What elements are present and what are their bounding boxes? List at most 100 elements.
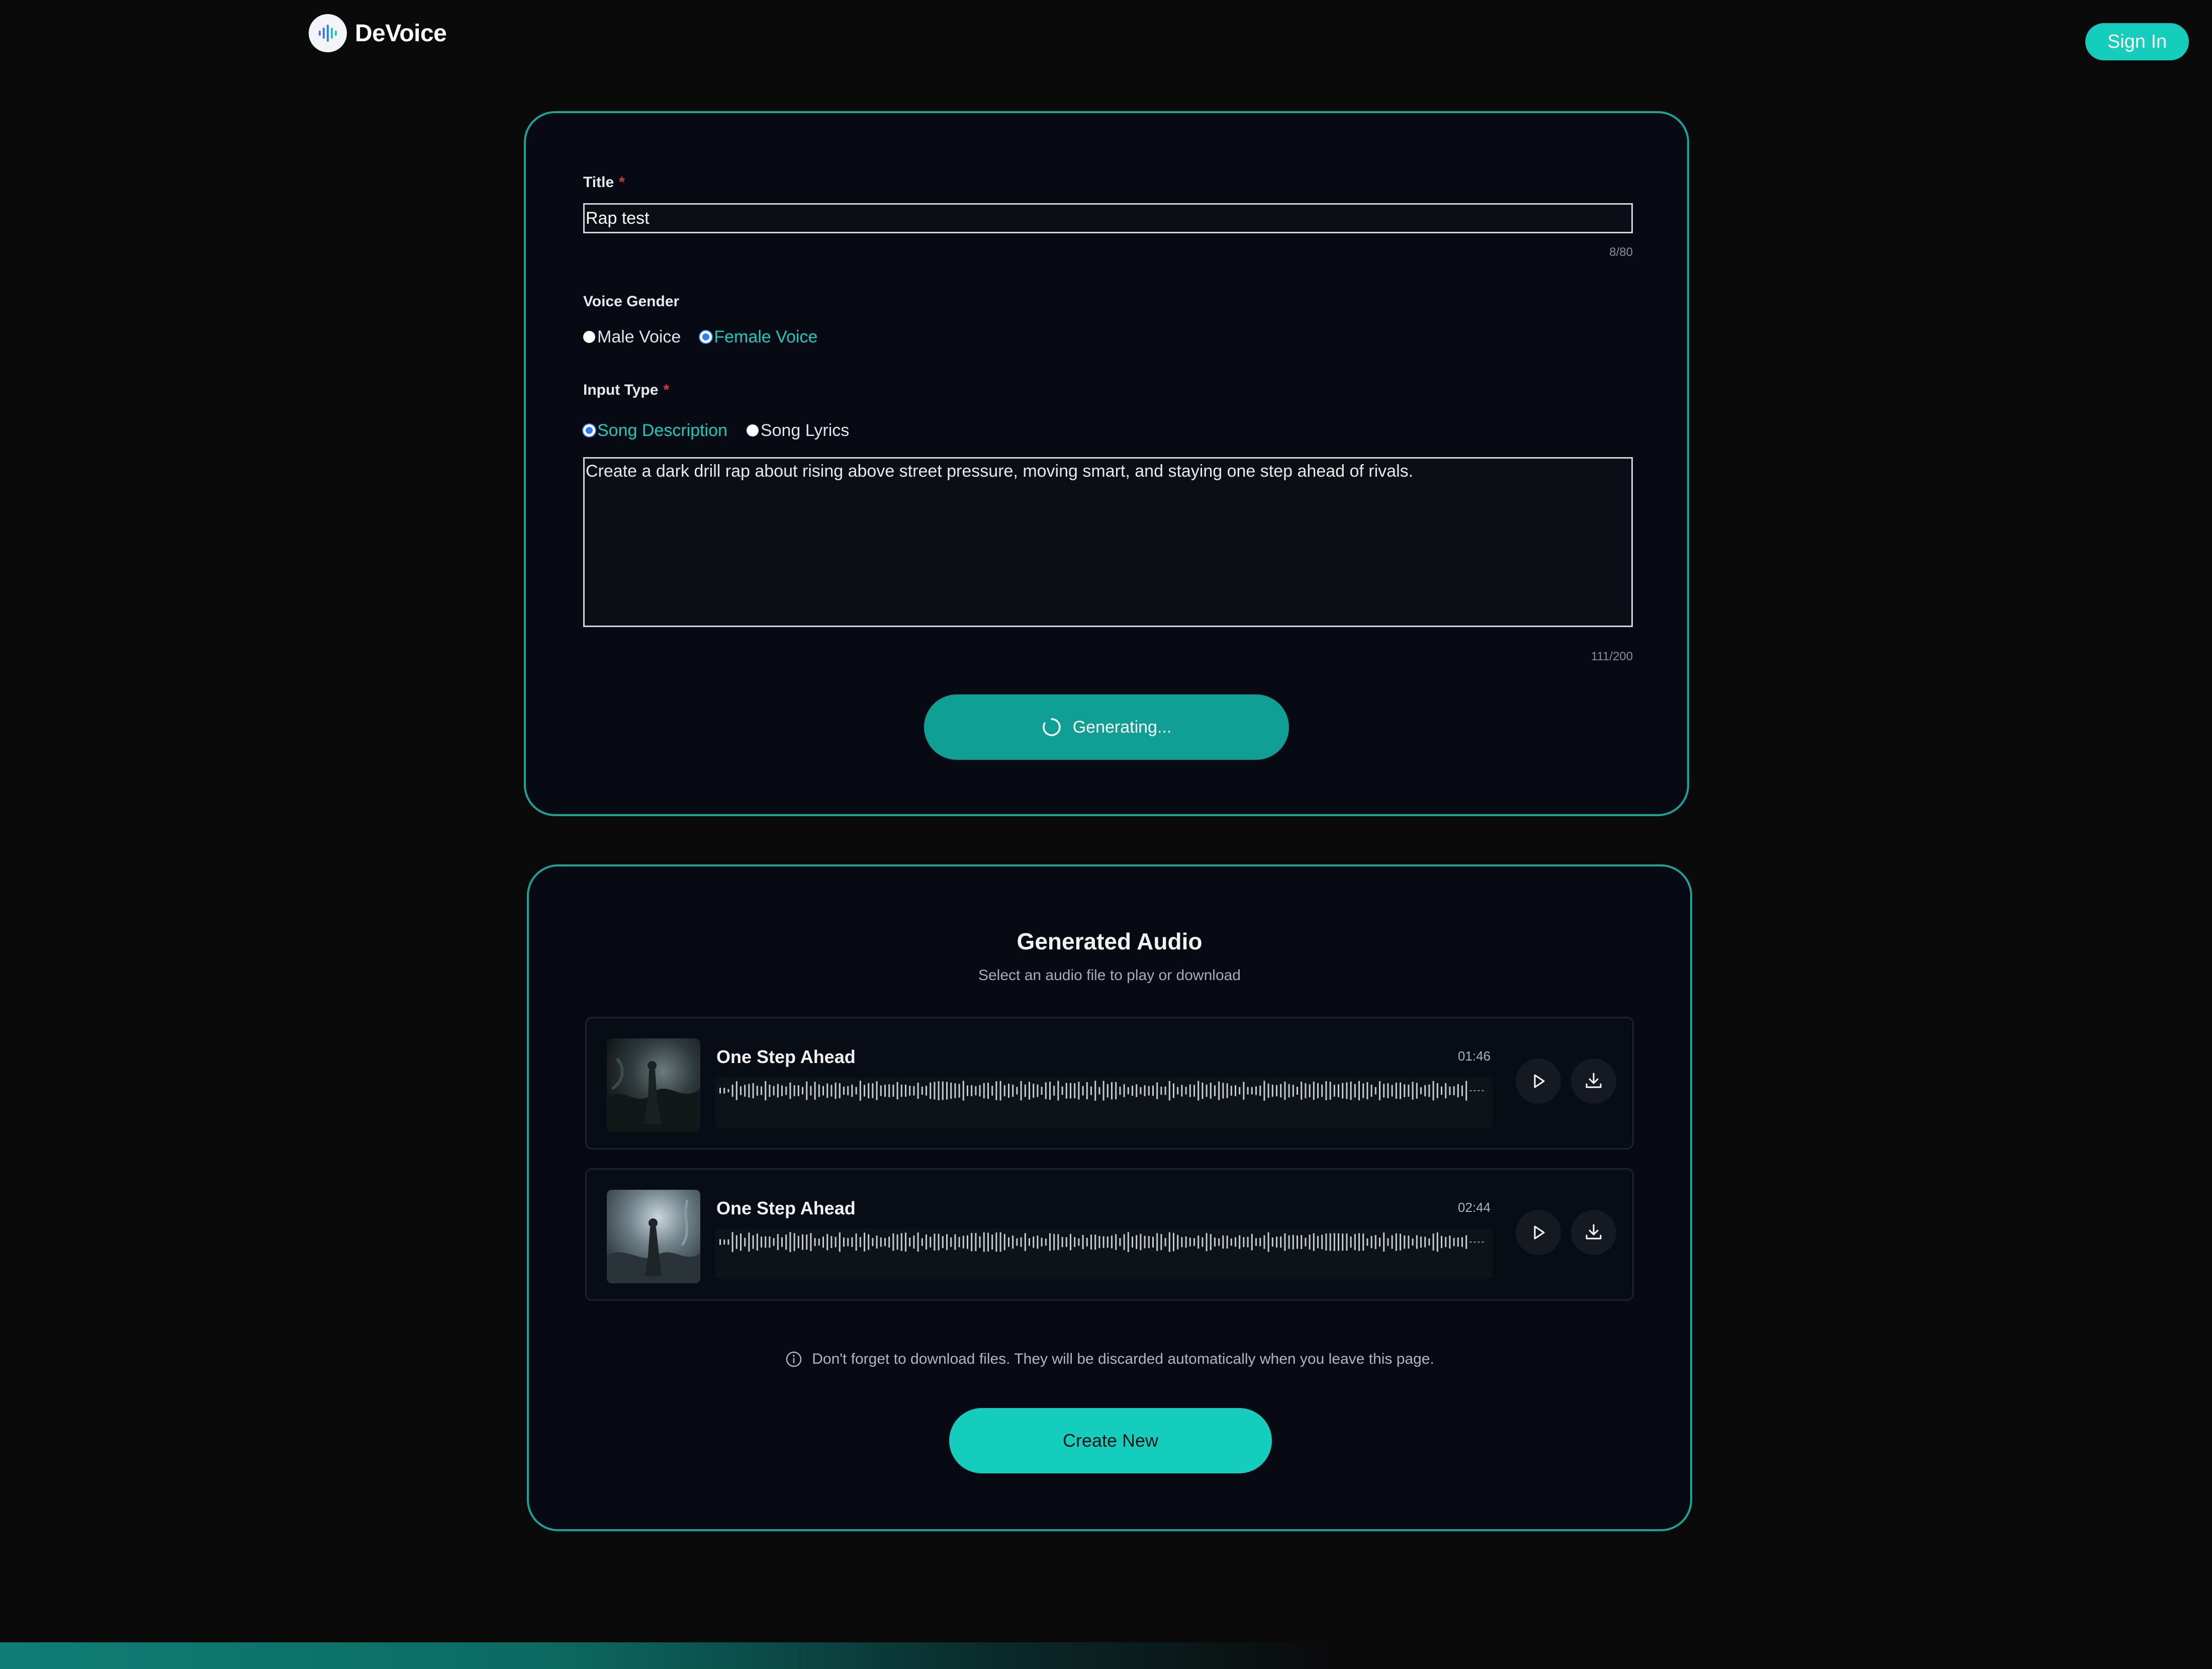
waveform-bar	[822, 1236, 824, 1248]
waveform-bar	[1160, 1086, 1162, 1095]
waveform-bar	[793, 1233, 795, 1251]
download-button[interactable]	[1571, 1059, 1616, 1104]
waveform-bar	[1358, 1233, 1360, 1251]
title-input[interactable]	[583, 203, 1633, 233]
radio-female-voice[interactable]: Female Voice	[700, 327, 817, 347]
waveform-bar	[995, 1233, 997, 1252]
audio-track-item[interactable]: One Step Ahead 02:44	[585, 1168, 1634, 1301]
waveform-bar	[1107, 1236, 1109, 1248]
waveform-bar	[913, 1236, 915, 1249]
waveform-bar	[806, 1234, 808, 1250]
download-icon	[1586, 1224, 1602, 1240]
waveform-bar	[1189, 1238, 1191, 1247]
waveform-bar	[1453, 1238, 1455, 1247]
waveform-bar	[843, 1086, 845, 1095]
waveform-bar	[727, 1089, 729, 1093]
waveform-bar	[967, 1235, 968, 1249]
waveform-bar	[868, 1234, 870, 1250]
waveform-bar	[900, 1084, 902, 1097]
waveform-bar	[752, 1083, 754, 1099]
waveform-bar	[942, 1081, 944, 1100]
song-description-textarea[interactable]: Create a dark drill rap about rising abo…	[583, 457, 1633, 627]
waveform-bar	[1016, 1238, 1018, 1246]
waveform-bar	[1404, 1235, 1406, 1249]
waveform-bar	[789, 1082, 791, 1099]
radio-male-voice[interactable]: Male Voice	[583, 327, 681, 347]
waveform-bar	[1461, 1237, 1463, 1247]
waveform-bar	[896, 1234, 898, 1250]
waveform-bar	[789, 1232, 791, 1252]
waveform-bar	[1082, 1235, 1084, 1250]
waveform-bar	[1271, 1238, 1273, 1247]
waveform-bar	[1342, 1083, 1344, 1099]
waveform-bar	[967, 1085, 968, 1096]
waveform-bar	[1086, 1238, 1088, 1247]
brand-name: DeVoice	[355, 20, 447, 47]
radio-label: Song Lyrics	[760, 420, 850, 440]
waveform-bar	[1160, 1234, 1162, 1250]
waveform-bar	[851, 1084, 853, 1097]
waveform-bar	[1078, 1082, 1080, 1100]
waveform-bar	[1441, 1236, 1442, 1249]
generate-button[interactable]: Generating...	[924, 694, 1289, 760]
waveform-bar	[802, 1234, 803, 1250]
waveform-seekbar[interactable]	[715, 1078, 1493, 1128]
waveform-bar	[1136, 1235, 1138, 1249]
waveform-bar	[1037, 1084, 1039, 1097]
waveform-bar	[876, 1081, 878, 1100]
download-button[interactable]	[1571, 1210, 1616, 1255]
waveform-bar	[1408, 1236, 1410, 1249]
create-new-button[interactable]: Create New	[949, 1408, 1272, 1473]
play-button[interactable]	[1516, 1059, 1561, 1104]
waveform-bar	[1193, 1085, 1195, 1097]
waveform-bar	[1140, 1234, 1142, 1251]
waveform-bar	[1428, 1238, 1430, 1246]
waveform-bar	[740, 1086, 742, 1095]
waveform-bar	[1012, 1084, 1014, 1097]
waveform-bar	[859, 1237, 861, 1248]
waveform-bar	[987, 1083, 989, 1099]
waveform-bar	[1210, 1234, 1212, 1251]
waveform-bar	[864, 1085, 865, 1097]
radio-song-lyrics[interactable]: Song Lyrics	[746, 420, 850, 441]
generated-audio-subtitle: Select an audio file to play or download	[978, 967, 1241, 984]
waveform-seekbar[interactable]	[715, 1229, 1493, 1279]
waveform-bar	[1230, 1086, 1232, 1096]
waveform-bar	[1127, 1232, 1129, 1252]
play-button[interactable]	[1516, 1210, 1561, 1255]
audio-track-item[interactable]: One Step Ahead 01:46	[585, 1017, 1634, 1150]
waveform-bar	[983, 1083, 985, 1099]
waveform-bar	[971, 1233, 973, 1252]
waveform-bar	[1156, 1082, 1158, 1099]
waveform-bar	[806, 1081, 808, 1100]
waveform-bar	[934, 1082, 936, 1100]
waveform-bar	[1284, 1081, 1286, 1100]
radio-button-selected[interactable]	[583, 424, 595, 436]
radio-button-selected[interactable]	[700, 331, 712, 343]
waveform-bar	[731, 1084, 733, 1097]
waveform-bar	[1301, 1082, 1303, 1100]
radio-button[interactable]	[583, 331, 595, 343]
waveform-bar	[1395, 1082, 1397, 1099]
waveform-bar	[1177, 1087, 1179, 1095]
waveform-bar	[1061, 1086, 1063, 1095]
waveform-bar	[1428, 1084, 1430, 1097]
waveform-bar	[1370, 1236, 1372, 1249]
download-reminder: Don't forget to download files. They wil…	[529, 1350, 1690, 1368]
waveform-bar	[781, 1085, 783, 1096]
waveform-bar	[1313, 1081, 1315, 1100]
radio-button[interactable]	[746, 424, 759, 436]
waveform-bar	[917, 1232, 919, 1252]
waveform-bar	[1436, 1232, 1438, 1252]
waveform-bar	[773, 1238, 775, 1246]
waveform-bar	[777, 1084, 779, 1098]
brand-logo[interactable]: DeVoice	[309, 14, 447, 52]
sound-wave-icon	[309, 14, 347, 52]
waveform-bar	[1301, 1235, 1303, 1249]
radio-song-description[interactable]: Song Description	[583, 421, 727, 441]
voice-gender-group: Male Voice Female Voice	[583, 324, 837, 349]
waveform-bar	[765, 1236, 767, 1248]
waveform-bar	[1333, 1233, 1335, 1251]
sign-in-button[interactable]: Sign In	[2085, 23, 2189, 60]
waveform-bar	[1243, 1237, 1245, 1247]
